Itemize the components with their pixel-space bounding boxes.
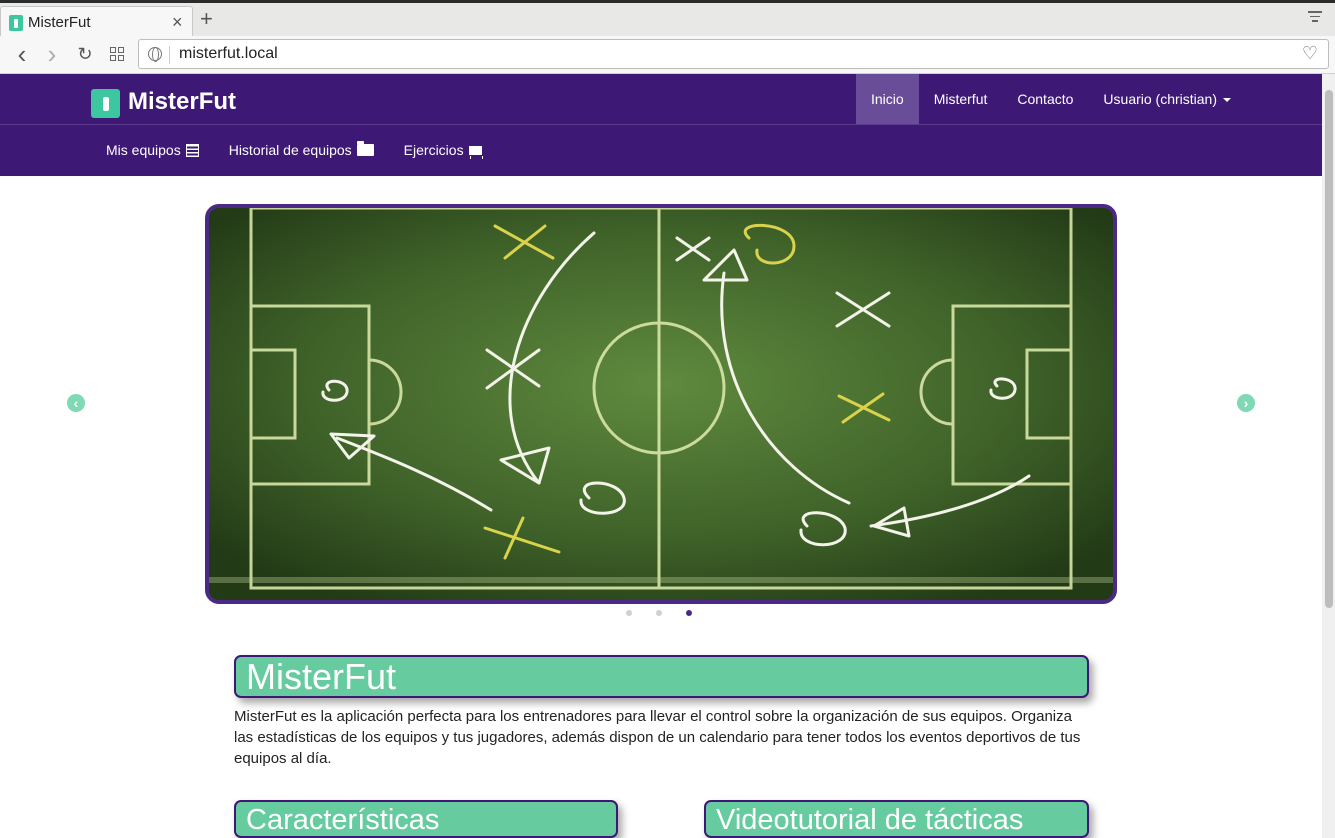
carousel-indicator-active[interactable]	[686, 610, 692, 616]
nav-item-inicio[interactable]: Inicio	[856, 74, 919, 124]
brand-logo-icon[interactable]	[91, 89, 120, 118]
carousel-slide[interactable]	[205, 204, 1117, 604]
tab-title: MisterFut	[28, 14, 91, 31]
nav-item-misterfut[interactable]: Misterfut	[919, 74, 1003, 124]
vertical-scrollbar[interactable]	[1322, 74, 1335, 838]
page-viewport: MisterFut Inicio Misterfut Contacto Usua…	[0, 74, 1322, 838]
favicon-icon	[9, 15, 23, 31]
new-tab-icon[interactable]: +	[200, 6, 213, 32]
subnav-ejercicios[interactable]: Ejercicios	[389, 125, 497, 175]
scrollbar-thumb[interactable]	[1325, 90, 1333, 608]
folder-open-icon	[356, 141, 374, 156]
caret-down-icon	[1223, 98, 1232, 103]
subnav-mis-equipos[interactable]: Mis equipos	[91, 125, 214, 175]
forward-button[interactable]: ›	[40, 39, 64, 69]
carousel-prev-button[interactable]: ‹	[67, 394, 85, 412]
nav-item-label: Contacto	[1017, 91, 1074, 107]
subnav-label: Mis equipos	[106, 142, 181, 158]
nav-item-label: Inicio	[871, 91, 904, 107]
carousel-indicators	[626, 610, 692, 616]
video-tutorial-title: Videotutorial de tácticas	[704, 800, 1089, 838]
main-title: MisterFut	[234, 655, 1089, 698]
subnav-label: Ejercicios	[403, 142, 464, 158]
nav-item-contacto[interactable]: Contacto	[1002, 74, 1088, 124]
address-bar[interactable]: misterfut.local ♡	[138, 39, 1329, 69]
site-header: MisterFut Inicio Misterfut Contacto Usua…	[0, 74, 1322, 124]
carousel-indicator[interactable]	[656, 610, 662, 616]
grid-icon	[110, 47, 124, 61]
speed-dial-button[interactable]	[105, 42, 129, 66]
subnav-label: Historial de equipos	[228, 142, 352, 158]
tactics-board-image	[209, 208, 1113, 600]
address-separator	[169, 46, 170, 64]
browser-tab[interactable]: MisterFut ×	[0, 6, 193, 39]
globe-icon	[148, 47, 162, 62]
back-button[interactable]: ‹	[10, 39, 34, 69]
nav-item-usuario-dropdown[interactable]: Usuario (christian)	[1088, 74, 1246, 124]
carousel-indicator[interactable]	[626, 610, 632, 616]
tab-list-menu-icon[interactable]	[1307, 11, 1323, 25]
close-tab-icon[interactable]: ×	[172, 12, 183, 33]
top-nav: Inicio Misterfut Contacto Usuario (chris…	[856, 74, 1246, 124]
carousel-next-button[interactable]: ›	[1237, 394, 1255, 412]
nav-item-label: Misterfut	[933, 91, 988, 107]
url-text[interactable]: misterfut.local	[179, 45, 278, 63]
intro-paragraph: MisterFut es la aplicación perfecta para…	[234, 708, 1081, 767]
browser-tab-bar: MisterFut × +	[0, 0, 1335, 39]
reload-button[interactable]: ↻	[73, 42, 97, 66]
blackboard-icon	[468, 145, 483, 159]
subnav-historial-equipos[interactable]: Historial de equipos	[214, 125, 389, 175]
bookmark-heart-icon[interactable]: ♡	[1302, 43, 1318, 64]
secondary-nav: Mis equipos Historial de equipos Ejercic…	[0, 124, 1322, 176]
list-icon	[185, 143, 199, 157]
brand-name[interactable]: MisterFut	[128, 88, 236, 116]
features-title: Características	[234, 800, 618, 838]
browser-nav-bar: ‹ › ↻ misterfut.local ♡	[0, 36, 1335, 74]
nav-item-label: Usuario (christian)	[1103, 91, 1218, 107]
